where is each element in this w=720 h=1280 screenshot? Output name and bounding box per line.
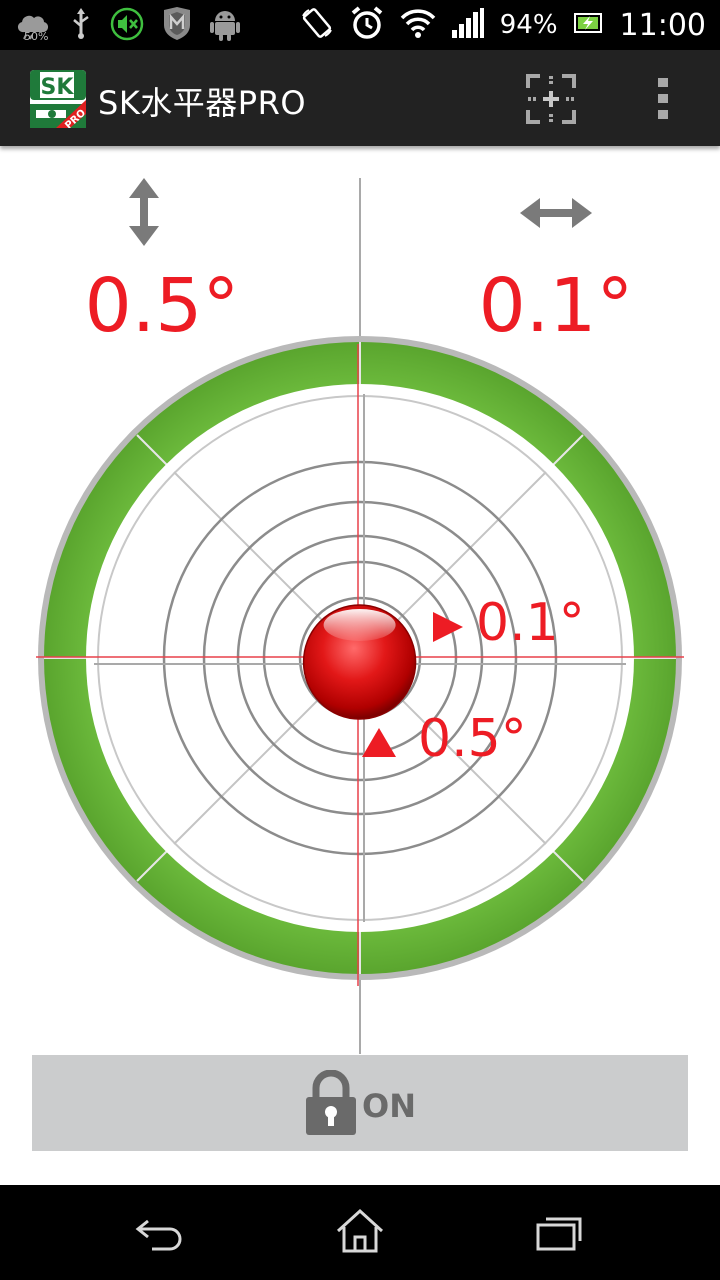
lock-icon (306, 1070, 356, 1135)
level-bubble (302, 604, 417, 720)
clock: 11:00 (619, 7, 706, 43)
signal-icon (451, 8, 484, 42)
nav-bar (0, 1185, 720, 1280)
battery-charging-icon (573, 12, 604, 38)
screen-rotate-icon (300, 6, 334, 44)
wifi-icon (400, 8, 436, 42)
app-title: SK水平器PRO (98, 84, 307, 122)
overflow-menu-button[interactable] (646, 72, 680, 126)
horizontal-angle-readout: 0.1° (479, 263, 634, 349)
vertical-arrow-icon (129, 178, 159, 246)
calibrate-icon (526, 74, 576, 124)
action-bar: SK PRO SK水平器PRO (0, 50, 720, 146)
horizontal-arrow-icon (520, 198, 592, 228)
home-button[interactable] (330, 1205, 390, 1261)
overflow-menu-icon (658, 78, 668, 119)
level-area: 0.1° 0.5° 0.5° 0.1° (0, 146, 720, 1186)
lock-toggle-button[interactable]: ON (32, 1055, 688, 1151)
weather-icon: 50% (16, 6, 52, 46)
app-icon: SK PRO (30, 70, 88, 132)
lock-toggle-label: ON (362, 1087, 416, 1125)
android-icon (210, 7, 240, 45)
muted-icon (110, 7, 144, 45)
back-icon (135, 1219, 182, 1251)
bubble-horizontal-label: 0.1° (476, 593, 585, 653)
bubble-vertical-label: 0.5° (418, 709, 527, 769)
usb-icon (70, 8, 92, 44)
vertical-angle-readout: 0.5° (85, 263, 240, 349)
status-bar: 50% 94% 11:00 (0, 0, 720, 50)
weather-badge: 50% (24, 30, 49, 43)
calibrate-button[interactable] (524, 72, 578, 126)
alarm-icon (350, 5, 384, 45)
home-icon (336, 1208, 384, 1253)
back-button[interactable] (130, 1205, 190, 1261)
recent-apps-button[interactable] (530, 1205, 590, 1261)
battery-percent: 94% (499, 10, 558, 40)
svg-text:SK: SK (41, 75, 75, 100)
mcafee-icon (162, 7, 192, 45)
recent-apps-icon (536, 1217, 582, 1251)
